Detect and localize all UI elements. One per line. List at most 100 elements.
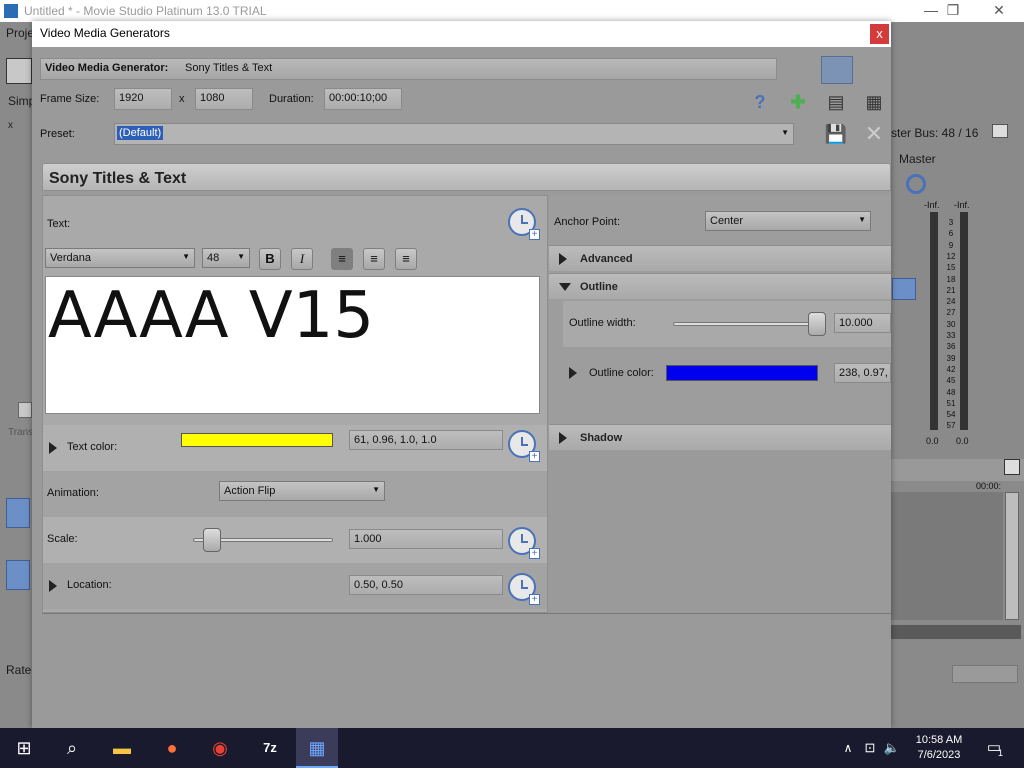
save-preset-icon[interactable]: 💾 bbox=[824, 122, 848, 146]
marker-icon[interactable] bbox=[1004, 459, 1020, 475]
outline-color-input[interactable]: 238, 0.97, bbox=[834, 363, 891, 383]
track-header-icon[interactable] bbox=[6, 498, 30, 528]
chevron-down-icon: ▼ bbox=[858, 215, 866, 224]
master-bus-label: ster Bus: 48 / 16 bbox=[891, 126, 979, 140]
keyframe-icon[interactable]: + bbox=[508, 573, 540, 605]
add-generator-icon[interactable]: ✚ bbox=[786, 90, 810, 114]
rate-field[interactable] bbox=[952, 665, 1018, 683]
system-clock[interactable]: 10:58 AM 7/6/2023 bbox=[910, 733, 968, 763]
chevron-up-icon[interactable]: ∧ bbox=[836, 736, 860, 760]
preset-label: Preset: bbox=[40, 128, 75, 140]
fader-handle[interactable] bbox=[892, 278, 916, 300]
main-window-title: Untitled * - Movie Studio Platinum 13.0 … bbox=[24, 4, 267, 18]
outline-color-label: Outline color: bbox=[589, 367, 654, 379]
rate-label: Rate: bbox=[6, 663, 35, 677]
outline-width-slider-thumb[interactable] bbox=[808, 312, 826, 336]
scroll-left-button[interactable] bbox=[18, 402, 32, 418]
keyframe-icon[interactable]: + bbox=[508, 527, 540, 559]
animation-value: Action Flip bbox=[224, 485, 276, 497]
advanced-section[interactable]: Advanced bbox=[549, 245, 891, 271]
expand-icon[interactable] bbox=[49, 580, 57, 592]
file-explorer-icon[interactable]: ▬ bbox=[110, 736, 134, 760]
meter-scale-tick: 42 bbox=[946, 364, 956, 374]
storyboard-icon[interactable] bbox=[6, 58, 32, 84]
anchor-point-label: Anchor Point: bbox=[554, 216, 621, 228]
ruler-timecode: 00:00: bbox=[976, 481, 1002, 491]
scale-input[interactable]: 1.000 bbox=[349, 529, 503, 549]
duration-input[interactable]: 00:00:10;00 bbox=[324, 88, 402, 110]
shadow-section[interactable]: Shadow bbox=[549, 424, 891, 450]
keyframe-icon[interactable]: + bbox=[508, 208, 540, 240]
outline-section[interactable]: Outline bbox=[549, 273, 891, 299]
meter-scale-tick: 45 bbox=[946, 376, 956, 386]
delete-preset-icon[interactable]: ✕ bbox=[862, 122, 886, 146]
meter-scale-tick: 54 bbox=[946, 410, 956, 420]
split-view-icon[interactable] bbox=[821, 56, 853, 84]
duration-label: Duration: bbox=[269, 93, 314, 105]
meter-scale-tick: 12 bbox=[946, 251, 956, 261]
font-dropdown[interactable]: Verdana ▼ bbox=[45, 248, 195, 268]
volume-icon[interactable]: 🔈 bbox=[880, 736, 904, 760]
anchor-point-dropdown[interactable]: Center ▼ bbox=[705, 211, 871, 231]
animation-dropdown[interactable]: Action Flip ▼ bbox=[219, 481, 385, 501]
dialog-close-button[interactable]: x bbox=[870, 24, 889, 44]
keyframe-icon[interactable]: + bbox=[508, 430, 540, 462]
text-color-swatch[interactable] bbox=[181, 433, 333, 447]
expand-icon[interactable] bbox=[569, 367, 577, 379]
firefox-icon[interactable]: ● bbox=[160, 736, 184, 760]
bold-button[interactable]: B bbox=[259, 248, 281, 270]
properties-icon[interactable]: ▦ bbox=[862, 90, 886, 114]
transitions-tab[interactable]: Trans bbox=[8, 427, 33, 438]
font-size-dropdown[interactable]: 48 ▼ bbox=[202, 248, 250, 268]
meter-value-right: 0.0 bbox=[956, 436, 969, 446]
generator-name: Sony Titles & Text bbox=[185, 62, 273, 74]
align-center-button[interactable]: ≡ bbox=[363, 248, 385, 270]
maximize-button[interactable]: ❐ bbox=[930, 2, 976, 19]
expand-icon[interactable] bbox=[49, 442, 57, 454]
location-row: Location: 0.50, 0.50 + bbox=[43, 563, 547, 609]
outline-width-slider-track[interactable] bbox=[673, 322, 823, 326]
timeline-tracks[interactable] bbox=[891, 492, 1003, 620]
frame-x-label: x bbox=[179, 93, 185, 105]
windows-start-icon[interactable]: ⊞ bbox=[12, 736, 36, 760]
preset-dropdown[interactable]: (Default) ▼ bbox=[114, 123, 794, 145]
text-editor[interactable]: AAAA V15 bbox=[45, 276, 540, 414]
search-icon[interactable]: ⌕ bbox=[60, 736, 84, 760]
network-icon[interactable]: ⊡ bbox=[858, 736, 882, 760]
vertical-scrollbar[interactable] bbox=[1005, 492, 1019, 620]
generator-header: Video Media Generator: Sony Titles & Tex… bbox=[40, 58, 777, 80]
meter-scale-tick: 27 bbox=[946, 308, 956, 318]
level-meter-right bbox=[960, 212, 968, 430]
frame-height-input[interactable]: 1080 bbox=[195, 88, 253, 110]
location-input[interactable]: 0.50, 0.50 bbox=[349, 575, 503, 595]
font-size-value: 48 bbox=[207, 252, 220, 264]
close-window-button[interactable]: ✕ bbox=[976, 2, 1022, 19]
print-icon[interactable]: ▤ bbox=[824, 90, 848, 114]
7zip-icon[interactable]: 7z bbox=[258, 736, 282, 760]
frame-width-input[interactable]: 1920 bbox=[114, 88, 172, 110]
text-color-input[interactable]: 61, 0.96, 1.0, 1.0 bbox=[349, 430, 503, 450]
close-x-icon[interactable]: x bbox=[8, 120, 13, 131]
meter-scale-tick: 39 bbox=[946, 353, 956, 363]
meter-scale-tick: 48 bbox=[946, 387, 956, 397]
meter-scale-tick: 36 bbox=[946, 342, 956, 352]
align-right-button[interactable]: ≡ bbox=[395, 248, 417, 270]
chevron-down-icon: ▼ bbox=[781, 128, 789, 137]
align-left-button[interactable]: ≡ bbox=[331, 248, 353, 270]
horizontal-scrollbar[interactable] bbox=[891, 625, 1021, 639]
mute-icon[interactable] bbox=[906, 174, 926, 194]
preset-value: (Default) bbox=[117, 126, 164, 140]
outline-width-input[interactable]: 10.000 bbox=[834, 313, 891, 333]
menu-project[interactable]: Proje bbox=[6, 26, 34, 40]
properties-icon[interactable] bbox=[992, 124, 1008, 138]
meter-scale-tick: 3 bbox=[948, 218, 954, 227]
outline-color-swatch[interactable] bbox=[666, 365, 818, 381]
shadow-label: Shadow bbox=[580, 432, 623, 444]
movie-studio-taskbar-button[interactable]: ▦ bbox=[296, 728, 338, 768]
meter-scale-tick: 51 bbox=[946, 398, 956, 408]
track-header-icon[interactable] bbox=[6, 560, 30, 590]
help-icon[interactable]: ? bbox=[748, 90, 772, 114]
italic-button[interactable]: I bbox=[291, 248, 313, 270]
chrome-icon[interactable]: ◉ bbox=[208, 736, 232, 760]
scale-slider-thumb[interactable] bbox=[203, 528, 222, 552]
